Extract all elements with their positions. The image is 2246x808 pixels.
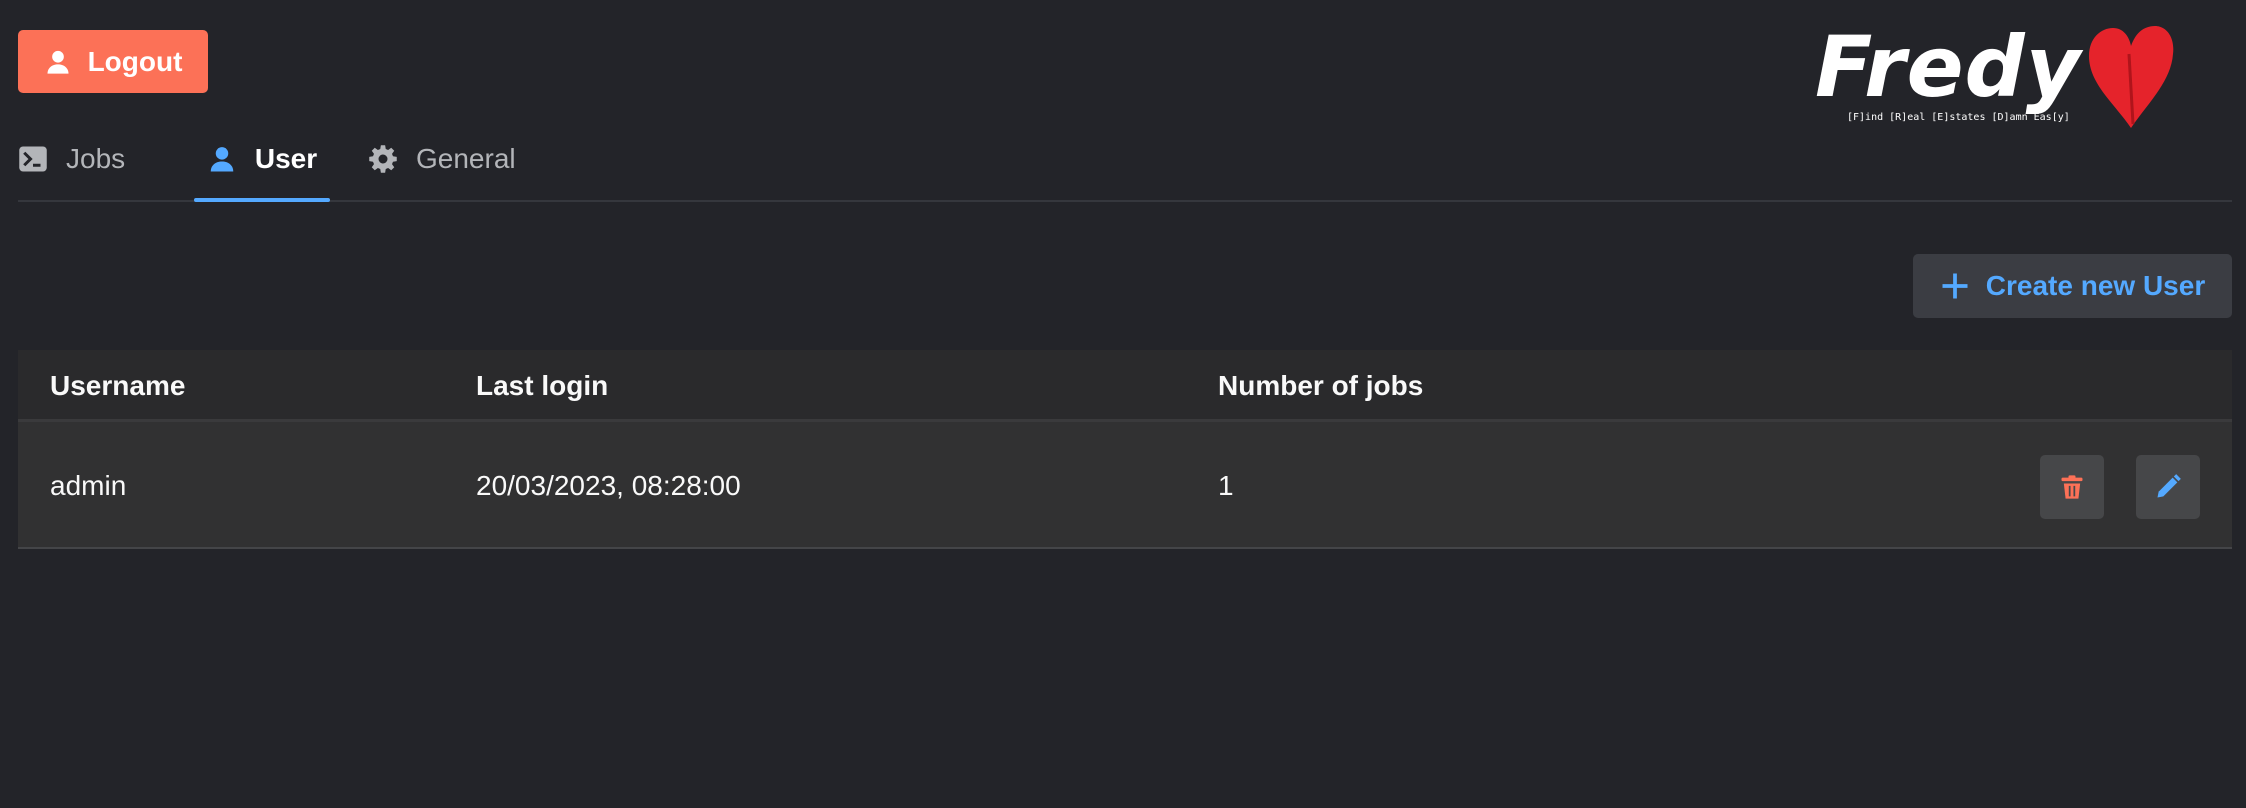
fredy-logo: Fredy [F]ind [R]eal [E]states [D]amn Eas… bbox=[1815, 22, 2180, 132]
table-header: Username Last login Number of jobs bbox=[18, 350, 2232, 422]
user-management-page: Logout Fredy [F]ind [R]eal [E]states [D]… bbox=[0, 0, 2246, 808]
cell-jobs: 1 bbox=[1218, 470, 1234, 501]
user-table: Username Last login Number of jobs admin… bbox=[18, 350, 2232, 549]
user-icon bbox=[210, 147, 234, 172]
cell-last-login: 20/03/2023, 08:28:00 bbox=[476, 470, 741, 501]
tab-label: Jobs bbox=[66, 143, 126, 174]
delete-user-button[interactable] bbox=[2040, 455, 2104, 519]
table-row: admin 20/03/2023, 08:28:00 1 bbox=[18, 422, 2232, 549]
tab-label: User bbox=[254, 143, 318, 174]
cell-username: admin bbox=[50, 470, 127, 501]
user-icon bbox=[47, 50, 69, 74]
terminal-icon bbox=[19, 146, 47, 172]
logo-wordmark: Fredy bbox=[1815, 18, 2082, 116]
create-user-label: Create new User bbox=[1985, 270, 2206, 301]
tab-user[interactable]: User bbox=[194, 118, 330, 202]
create-user-button[interactable]: Create new User bbox=[1913, 254, 2232, 318]
tab-jobs[interactable]: Jobs bbox=[18, 118, 125, 200]
tab-general[interactable]: General bbox=[368, 118, 516, 200]
main-tabs: Jobs User General bbox=[18, 118, 2232, 202]
trash-icon bbox=[2061, 475, 2083, 499]
tab-label: General bbox=[416, 143, 516, 174]
column-header-username: Username bbox=[50, 370, 186, 401]
logout-label: Logout bbox=[87, 45, 183, 77]
plus-icon bbox=[1942, 273, 1968, 299]
edit-user-button[interactable] bbox=[2136, 455, 2200, 519]
column-header-jobs: Number of jobs bbox=[1218, 370, 1424, 401]
gear-icon bbox=[369, 145, 397, 173]
pencil-icon bbox=[2157, 474, 2181, 498]
column-header-last-login: Last login bbox=[476, 370, 609, 401]
heart-icon bbox=[2089, 26, 2174, 128]
logout-button[interactable]: Logout bbox=[18, 30, 208, 93]
